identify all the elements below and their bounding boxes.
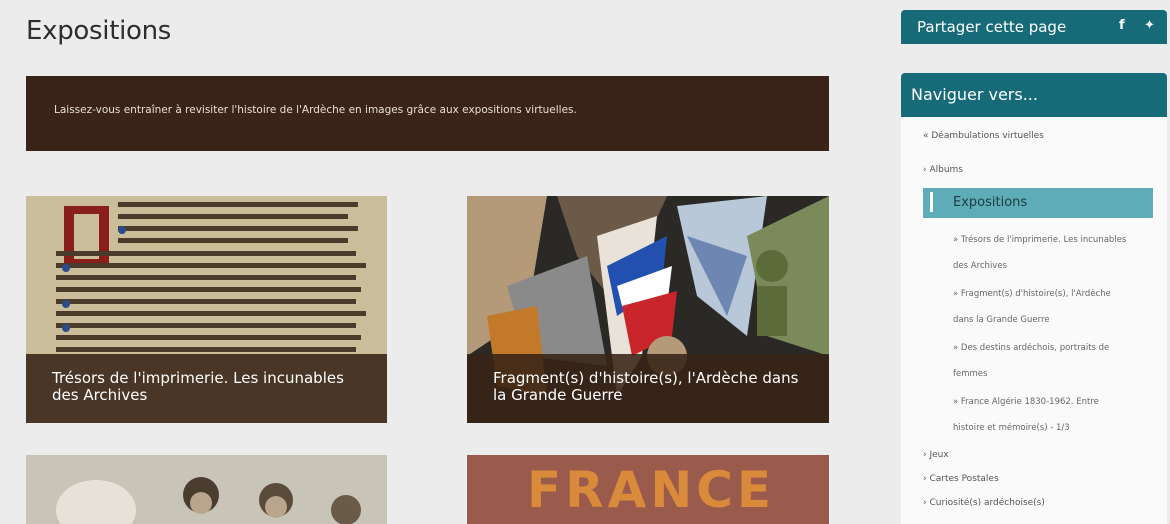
- exhibit-card-portraits[interactable]: [26, 455, 387, 524]
- card-caption: Trésors de l'imprimerie. Les incunables …: [26, 354, 387, 423]
- nav-header: Naviguer vers...: [901, 73, 1167, 117]
- nav-link-curiosites[interactable]: › Curiosité(s) ardéchoise(s): [923, 498, 1045, 508]
- intro-banner: Laissez-vous entraîner à revisiter l'his…: [26, 76, 829, 151]
- nav-link-back[interactable]: « Déambulations virtuelles: [923, 131, 1044, 141]
- card-image-portraits: [26, 455, 387, 524]
- nav-subitem-tresors[interactable]: » Trésors de l'imprimerie. Les incunable…: [953, 227, 1133, 279]
- intro-text: Laissez-vous entraîner à revisiter l'his…: [54, 104, 577, 116]
- chevron-right-icon: [930, 192, 933, 212]
- card-caption: Fragment(s) d'histoire(s), l'Ardèche dan…: [467, 354, 829, 423]
- nav-subitem-grande-guerre[interactable]: » Fragment(s) d'histoire(s), l'Ardèche d…: [953, 281, 1133, 333]
- facebook-icon[interactable]: f: [1119, 18, 1125, 33]
- share-bar: Partager cette page f ✦: [901, 10, 1167, 44]
- nav-link-albums[interactable]: › Albums: [923, 165, 963, 175]
- navigation-panel: Naviguer vers... « Déambulations virtuel…: [901, 73, 1167, 524]
- nav-active-label: Expositions: [953, 195, 1028, 210]
- france-art-text: FRANCE: [527, 461, 776, 519]
- nav-subitem-france-algerie[interactable]: » France Algérie 1830-1962. Entre histoi…: [953, 389, 1133, 441]
- page-title: Expositions: [26, 16, 172, 46]
- nav-subitem-destins[interactable]: » Des destins ardéchois, portraits de fe…: [953, 335, 1133, 387]
- exhibit-card-grande-guerre[interactable]: Fragment(s) d'histoire(s), l'Ardèche dan…: [467, 196, 829, 423]
- exhibit-card-tresors[interactable]: Trésors de l'imprimerie. Les incunables …: [26, 196, 387, 423]
- share-label: Partager cette page: [917, 18, 1067, 36]
- twitter-icon[interactable]: ✦: [1144, 18, 1155, 33]
- nav-link-cartes-postales[interactable]: › Cartes Postales: [923, 474, 999, 484]
- card-image-france: FRANCE: [467, 455, 829, 524]
- nav-item-expositions[interactable]: Expositions: [923, 188, 1153, 218]
- nav-link-jeux[interactable]: › Jeux: [923, 450, 949, 460]
- exhibit-card-france-algerie[interactable]: FRANCE: [467, 455, 829, 524]
